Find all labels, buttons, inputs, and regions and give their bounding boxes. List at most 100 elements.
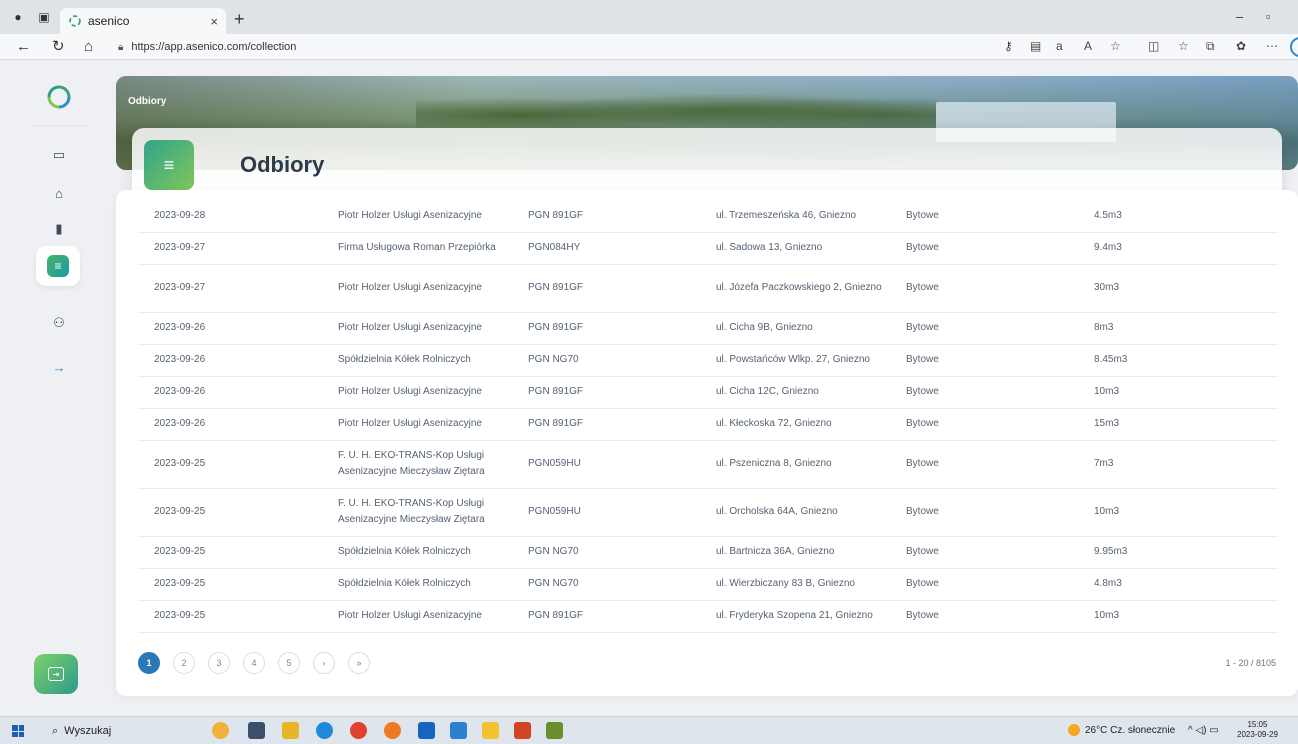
sidebar: ▭ ⌂ ▮ ≡ ⚇ → ⇥ <box>10 60 106 712</box>
company-cell: Piotr Holzer Usługi Asenizacyjne <box>338 200 528 233</box>
company-cell: Firma Usługowa Roman Przepiórka <box>338 232 528 265</box>
table-row[interactable]: 2023-09-25 Spółdzielnia Kółek Rolniczych P… <box>138 536 1278 569</box>
task-view-icon[interactable] <box>248 722 265 739</box>
page-button-1[interactable]: 1 <box>138 652 160 674</box>
sidebar-item-collections[interactable]: ≡ <box>36 246 80 286</box>
page-title: Odbiory <box>240 152 325 177</box>
home-button[interactable]: ⌂ <box>84 38 93 56</box>
page-button-5[interactable]: 5 <box>278 652 300 674</box>
table-row[interactable]: 2023-09-26 Spółdzielnia Kółek Rolniczych P… <box>138 344 1278 377</box>
app-icon[interactable] <box>546 722 563 739</box>
system-tray[interactable]: ^ ◁) ▭ <box>1188 725 1219 736</box>
chrome-icon[interactable] <box>350 722 367 739</box>
internet-explorer-icon[interactable] <box>450 722 467 739</box>
copilot-icon[interactable] <box>1290 37 1298 57</box>
volume-cell: 9.4m3 <box>1094 232 1278 265</box>
table-row[interactable]: 2023-09-27 Firma Usługowa Roman Przepiórk… <box>138 232 1278 265</box>
file-explorer-icon[interactable] <box>282 722 299 739</box>
asenico-tab-logo-icon <box>69 15 81 27</box>
browser-tab[interactable]: asenico × <box>60 8 226 34</box>
sidebar-item-home[interactable]: ⌂ <box>48 182 70 204</box>
last-page-icon[interactable]: » <box>348 652 370 674</box>
split-screen-icon[interactable]: ◫ <box>1148 39 1159 53</box>
weather-sun-icon <box>1068 724 1080 736</box>
collections-icon[interactable]: ⧉ <box>1206 39 1215 54</box>
plate-cell: PGN 891GF <box>528 600 716 633</box>
asenico-logo-icon[interactable] <box>46 84 72 110</box>
address-cell: ul. Trzemeszeńska 46, Gniezno <box>716 200 906 233</box>
date-cell: 2023-09-25 <box>138 568 338 601</box>
restore-button[interactable]: ▫ <box>1266 9 1271 24</box>
more-options-icon[interactable]: ⋯ <box>1266 39 1278 53</box>
volume-cell: 8.45m3 <box>1094 344 1278 377</box>
address-cell: ul. Orcholska 64A, Gniezno <box>716 488 906 537</box>
table-row[interactable]: 2023-09-26 Piotr Holzer Usługi Asenizacyj… <box>138 408 1278 441</box>
volume-cell: 4.8m3 <box>1094 568 1278 601</box>
home-icon: ⌂ <box>55 185 63 201</box>
plate-cell: PGN 891GF <box>528 376 716 409</box>
back-button[interactable]: ← <box>16 38 31 56</box>
sidebar-item-users[interactable]: ⚇ <box>48 312 70 334</box>
type-cell: Bytowe <box>906 600 1094 633</box>
page-button-3[interactable]: 3 <box>208 652 230 674</box>
tab-close-icon[interactable]: × <box>210 14 218 29</box>
table-row[interactable]: 2023-09-26 Piotr Holzer Usługi Asenizacyj… <box>138 376 1278 409</box>
clock-date: 2023-09-29 <box>1237 730 1278 739</box>
table-row[interactable]: 2023-09-26 Piotr Holzer Usługi Asenizacyj… <box>138 312 1278 345</box>
store-icon[interactable] <box>482 722 499 739</box>
table-row[interactable]: 2023-09-25 F. U. H. EKO-TRANS-Kop Usługi … <box>138 440 1278 489</box>
profile-icon[interactable]: ● <box>8 8 28 26</box>
arrow-right-icon: → <box>52 359 66 375</box>
favorite-star-icon[interactable]: ☆ <box>1110 39 1121 53</box>
table-row[interactable]: 2023-09-25 F. U. H. EKO-TRANS-Kop Usługi … <box>138 488 1278 537</box>
taskbar-clock[interactable]: 15:05 2023-09-29 <box>1237 720 1278 740</box>
table-row[interactable]: 2023-09-28 Piotr Holzer Usługi Asenizacyj… <box>138 200 1278 233</box>
table-row[interactable]: 2023-09-25 Spółdzielnia Kółek Rolniczych P… <box>138 568 1278 601</box>
volume-cell: 9.95m3 <box>1094 536 1278 569</box>
key-icon[interactable]: ⚷ <box>1004 39 1013 53</box>
breadcrumb[interactable]: Odbiory <box>128 96 166 107</box>
reader-icon[interactable]: ▤ <box>1030 39 1041 53</box>
taskbar-search[interactable]: ⌕ Wyszukaj <box>44 720 194 742</box>
page-button-2[interactable]: 2 <box>173 652 195 674</box>
type-cell: Bytowe <box>906 200 1094 233</box>
pagination-range: 1 - 20 / 8105 <box>1225 658 1276 668</box>
new-tab-button[interactable]: + <box>234 10 245 28</box>
extensions-icon[interactable]: ✿ <box>1236 39 1246 53</box>
collections-table: 2023-09-28 Piotr Holzer Usługi Asenizacyj… <box>138 200 1278 633</box>
powerpoint-icon[interactable] <box>514 722 531 739</box>
monitor-icon: ▭ <box>52 147 66 162</box>
address-cell: ul. Kłeckoska 72, Gniezno <box>716 408 906 441</box>
widgets-icon[interactable] <box>212 722 229 739</box>
volume-cell: 15m3 <box>1094 408 1278 441</box>
weather-widget[interactable]: 26°C Cz. słonecznie <box>1068 724 1175 736</box>
plate-cell: PGN NG70 <box>528 536 716 569</box>
windows-start-icon[interactable] <box>12 725 24 737</box>
page-button-4[interactable]: 4 <box>243 652 265 674</box>
logout-icon: ⇥ <box>48 667 64 681</box>
refresh-button[interactable]: ↻ <box>52 38 65 56</box>
tab-actions-icon[interactable]: ▣ <box>34 8 54 26</box>
url-field[interactable]: 🔒︎ https://app.asenico.com/collection <box>110 37 990 57</box>
logout-button[interactable]: ⇥ <box>34 654 78 694</box>
firefox-icon[interactable] <box>384 722 401 739</box>
translate-icon[interactable]: a <box>1056 39 1063 53</box>
sidebar-expand[interactable]: → <box>48 356 70 378</box>
date-cell: 2023-09-27 <box>138 232 338 265</box>
type-cell: Bytowe <box>906 232 1094 265</box>
sidebar-item-vehicles[interactable]: ▮ <box>48 218 70 240</box>
search-icon: ⌕ <box>52 724 59 737</box>
read-aloud-icon[interactable]: A <box>1084 39 1092 53</box>
address-cell: ul. Powstańców Wlkp. 27, Gniezno <box>716 344 906 377</box>
favorites-icon[interactable]: ☆ <box>1178 39 1189 53</box>
edge-icon[interactable] <box>316 722 333 739</box>
table-row[interactable]: 2023-09-27 Piotr Holzer Usługi Asenizacyj… <box>138 264 1278 313</box>
outlook-icon[interactable] <box>418 722 435 739</box>
table-row[interactable]: 2023-09-25 Piotr Holzer Usługi Asenizacyj… <box>138 600 1278 633</box>
plate-cell: PGN 891GF <box>528 408 716 441</box>
minimize-button[interactable]: – <box>1236 9 1243 24</box>
company-cell: Piotr Holzer Usługi Asenizacyjne <box>338 600 528 633</box>
volume-cell: 10m3 <box>1094 600 1278 633</box>
sidebar-item-dashboard[interactable]: ▭ <box>48 144 70 166</box>
next-page-icon[interactable]: › <box>313 652 335 674</box>
